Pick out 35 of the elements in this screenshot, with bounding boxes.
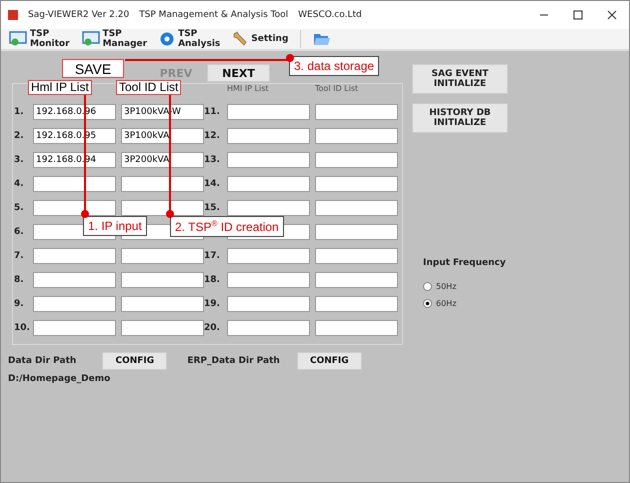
row-number: 12. [204, 131, 221, 141]
row-number: 6. [14, 227, 25, 237]
path-label: ERP_Data Dir Path [187, 356, 280, 366]
row-number: 4. [14, 179, 25, 189]
path-label: Data Dir Path [8, 356, 76, 366]
column-header: Tool ID List [116, 80, 182, 95]
radio-label: 50Hz [436, 282, 456, 291]
radio-label: 60Hz [436, 299, 456, 308]
row-number: 9. [14, 299, 25, 309]
row-number: 10. [14, 323, 31, 333]
window-title: Sag-VIEWER2 Ver 2.20 [28, 10, 130, 20]
column-header: Hml IP List [28, 80, 92, 95]
callout-tooltip: 3. data storage [289, 56, 380, 76]
row-number: 8. [14, 275, 25, 285]
frequency-label: Input Frequency [423, 258, 507, 268]
callout-tooltip: 1. IP input [83, 216, 147, 236]
row-number: 18. [204, 275, 221, 285]
row-number: 14. [204, 179, 221, 189]
row-number: 15. [204, 203, 221, 213]
column-header: Tool ID List [315, 84, 360, 95]
callout-tooltip: 2. TSP$^{®}$ ID creation [170, 216, 284, 237]
column-header: HMI IP List [227, 84, 270, 95]
row-number: 2. [14, 131, 25, 141]
path-value: D:/Homepage_Demo [7, 373, 112, 384]
row-number: 17. [204, 251, 221, 261]
row-number: 20. [204, 323, 221, 333]
row-number: 19. [204, 299, 221, 309]
window-title: TSP Management & Analysis Tool [139, 10, 288, 20]
row-number: 1. [14, 107, 25, 117]
row-number: 5. [14, 203, 25, 213]
row-number: 3. [14, 155, 25, 165]
row-number: 11. [204, 107, 221, 117]
row-number: 7. [14, 251, 25, 261]
window-title: WESCO.co.Ltd [298, 10, 362, 20]
row-number: 13. [204, 155, 221, 165]
